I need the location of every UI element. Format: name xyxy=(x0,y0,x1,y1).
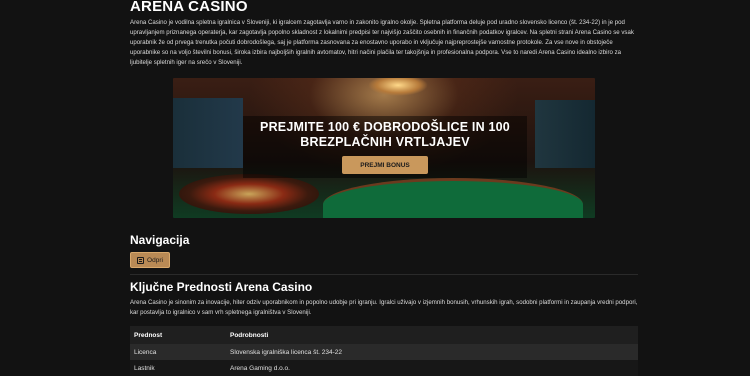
hero-headline: PREJMITE 100 € DOBRODOŠLICE IN 100 BREZP… xyxy=(260,120,510,149)
table-header-cell: Podrobnosti xyxy=(226,326,638,344)
advantages-paragraph: Arena Casino je sinonim za inovacije, hi… xyxy=(130,299,638,316)
hero-banner: PREJMITE 100 € DOBRODOŠLICE IN 100 BREZP… xyxy=(173,78,595,218)
slot-machines-right xyxy=(535,100,595,168)
casino-table-image xyxy=(323,178,583,218)
table-cell: Licenca xyxy=(130,344,226,360)
table-cell: Lastnik xyxy=(130,360,226,376)
open-navigation-button[interactable]: Odpri xyxy=(130,252,170,268)
intro-paragraph: Arena Casino je vodilna spletna igralnic… xyxy=(130,19,634,66)
page-title: ARENA CASINO xyxy=(130,0,248,15)
advantages-heading: Ključne Prednosti Arena Casino xyxy=(130,280,313,294)
table-cell: Slovenska igralniška licenca št. 234-22 xyxy=(226,344,638,360)
table-cell: Arena Gaming d.o.o. xyxy=(226,360,638,376)
chandelier-image xyxy=(368,78,428,96)
advantages-table: Prednost Podrobnosti Licenca Slovenska i… xyxy=(130,326,638,376)
open-navigation-label: Odpri xyxy=(147,256,163,264)
table-header-row: Prednost Podrobnosti xyxy=(130,326,638,344)
table-row: Lastnik Arena Gaming d.o.o. xyxy=(130,360,638,376)
section-divider xyxy=(130,274,638,275)
menu-icon xyxy=(137,256,145,264)
slot-machines-left xyxy=(173,98,243,168)
table-header-cell: Prednost xyxy=(130,326,226,344)
table-row: Licenca Slovenska igralniška licenca št.… xyxy=(130,344,638,360)
get-bonus-button[interactable]: PREJMI BONUS xyxy=(342,156,428,174)
roulette-wheel-image xyxy=(179,174,319,214)
navigation-heading: Navigacija xyxy=(130,233,190,247)
